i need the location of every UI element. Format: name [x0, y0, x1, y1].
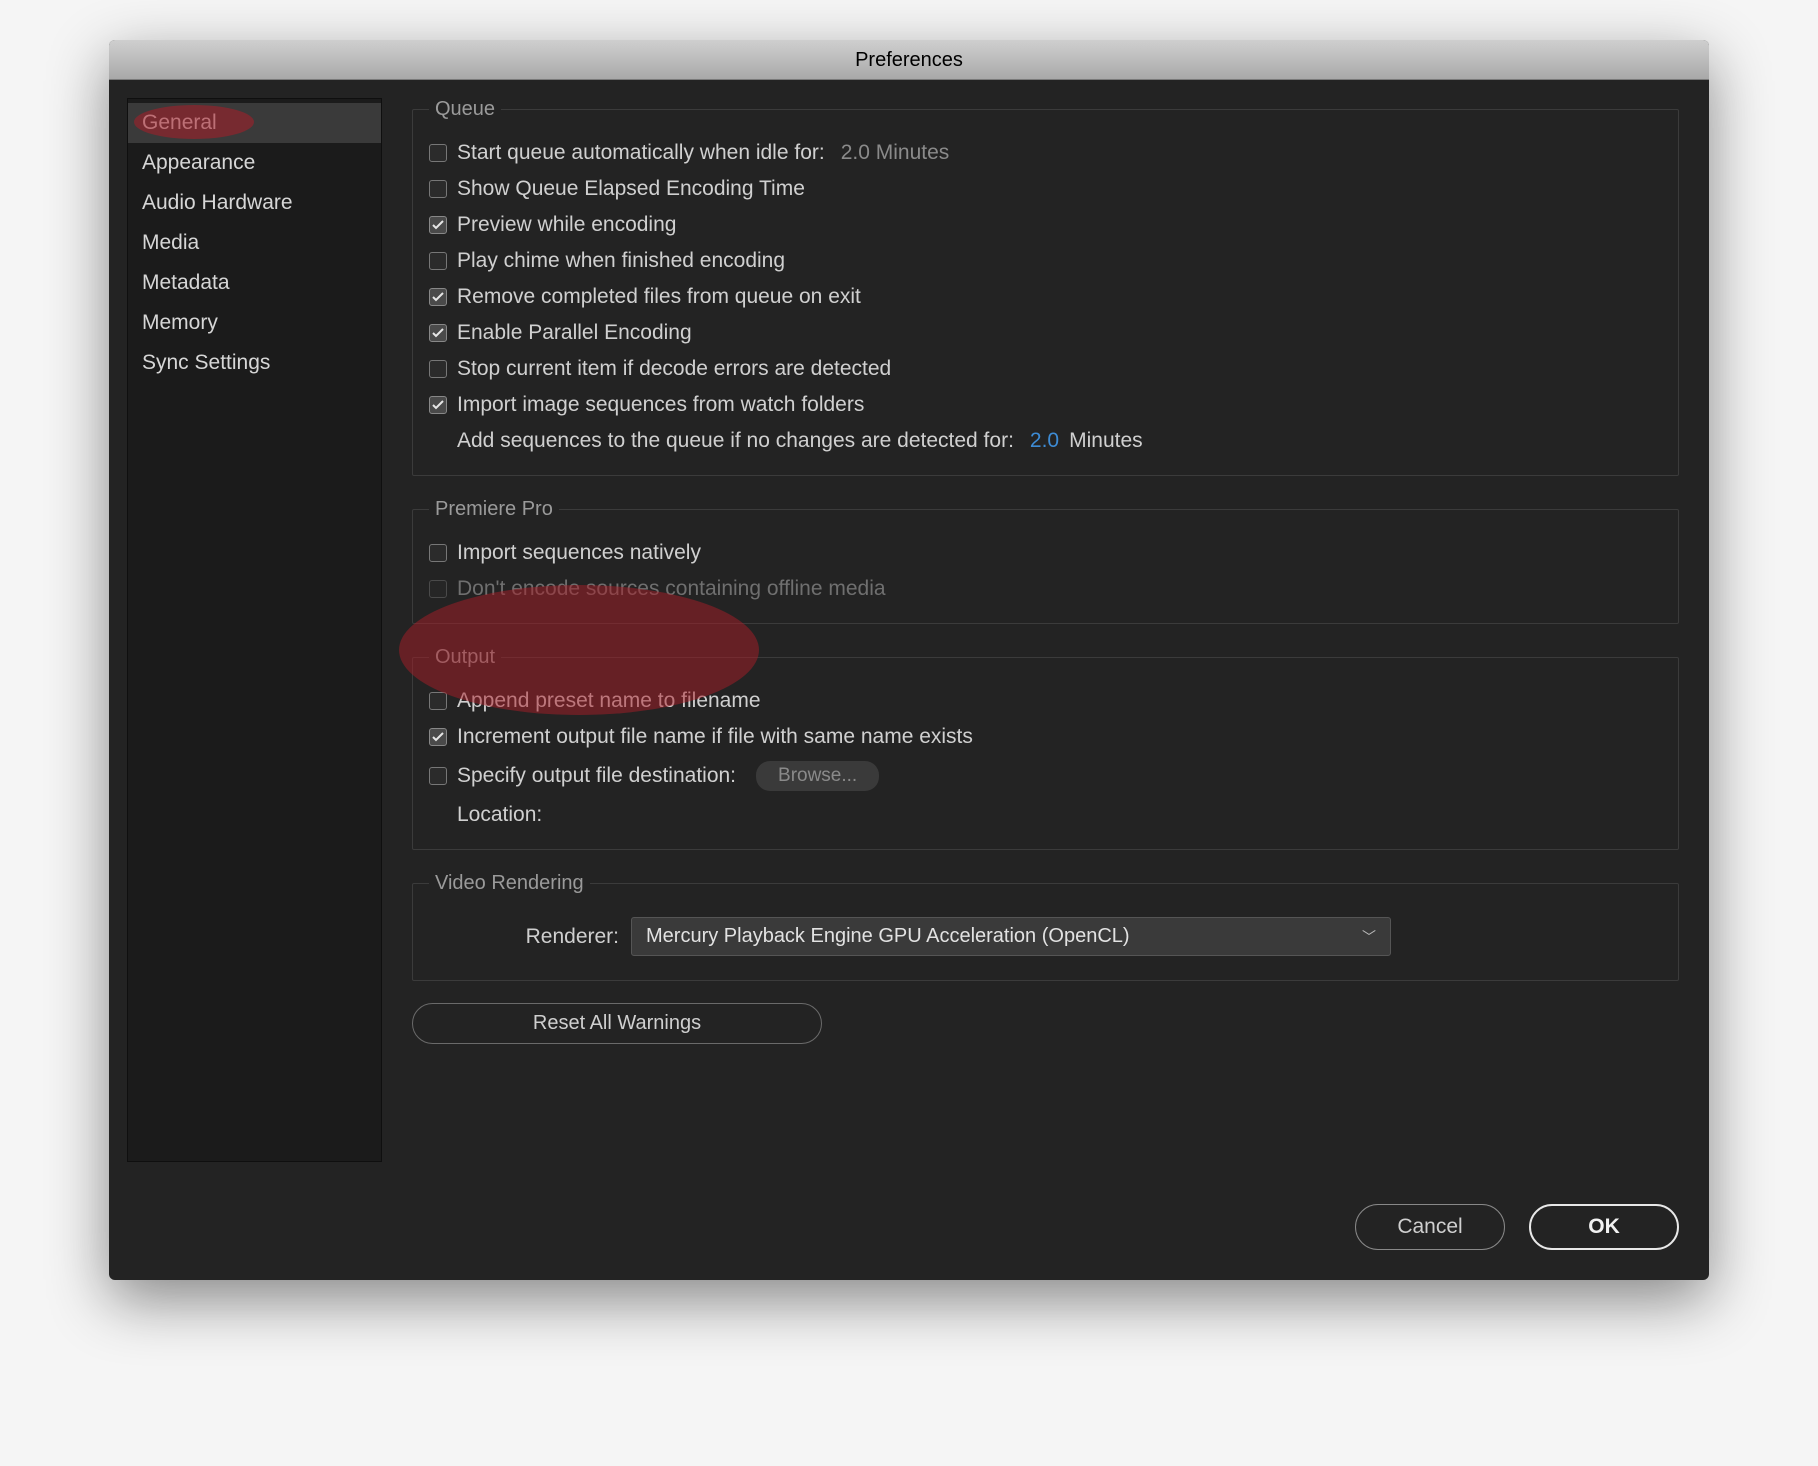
checkbox-append[interactable]	[429, 692, 447, 710]
checkbox-increment[interactable]	[429, 728, 447, 746]
reset-warnings-button[interactable]: Reset All Warnings	[412, 1003, 822, 1044]
row-preview: Preview while encoding	[429, 207, 1662, 243]
value-add-seq[interactable]: 2.0	[1030, 429, 1059, 453]
sidebar: General Appearance Audio Hardware Media …	[127, 98, 382, 1162]
sidebar-item-label: General	[142, 111, 217, 134]
label: Stop current item if decode errors are d…	[457, 357, 891, 381]
group-output: Output Append preset name to filename In…	[412, 646, 1679, 850]
label: Increment output file name if file with …	[457, 725, 973, 749]
sidebar-item-label: Metadata	[142, 271, 230, 294]
sidebar-item-metadata[interactable]: Metadata	[128, 263, 381, 303]
sidebar-item-label: Appearance	[142, 151, 255, 174]
checkbox-show-elapsed[interactable]	[429, 180, 447, 198]
label: Start queue automatically when idle for:	[457, 141, 825, 165]
main-panel: Queue Start queue automatically when idl…	[382, 80, 1709, 1180]
ok-button[interactable]: OK	[1529, 1204, 1679, 1250]
window-title: Preferences	[109, 40, 1709, 80]
label: Enable Parallel Encoding	[457, 321, 692, 345]
sidebar-item-label: Memory	[142, 311, 218, 334]
checkbox-start-auto[interactable]	[429, 144, 447, 162]
group-legend: Output	[429, 646, 501, 669]
cancel-button[interactable]: Cancel	[1355, 1204, 1505, 1250]
group-queue: Queue Start queue automatically when idl…	[412, 98, 1679, 476]
footer: Cancel OK	[109, 1180, 1709, 1280]
preferences-window: Preferences General Appearance Audio Har…	[109, 40, 1709, 1280]
checkbox-specify[interactable]	[429, 767, 447, 785]
sidebar-item-label: Audio Hardware	[142, 191, 293, 214]
checkbox-preview[interactable]	[429, 216, 447, 234]
row-show-elapsed: Show Queue Elapsed Encoding Time	[429, 171, 1662, 207]
label: Remove completed files from queue on exi…	[457, 285, 861, 309]
label: Preview while encoding	[457, 213, 676, 237]
sidebar-item-appearance[interactable]: Appearance	[128, 143, 381, 183]
checkbox-stop-decode[interactable]	[429, 360, 447, 378]
renderer-label: Renderer:	[429, 925, 619, 949]
label: Play chime when finished encoding	[457, 249, 785, 273]
group-video-rendering: Video Rendering Renderer: Mercury Playba…	[412, 872, 1679, 981]
renderer-value: Mercury Playback Engine GPU Acceleration…	[646, 925, 1130, 948]
row-renderer: Renderer: Mercury Playback Engine GPU Ac…	[429, 909, 1662, 964]
browse-button[interactable]: Browse...	[756, 761, 879, 791]
label: Location:	[457, 803, 542, 827]
row-import-seq: Import image sequences from watch folder…	[429, 387, 1662, 423]
group-premiere: Premiere Pro Import sequences natively D…	[412, 498, 1679, 624]
checkbox-import-native[interactable]	[429, 544, 447, 562]
label: Add sequences to the queue if no changes…	[457, 429, 1014, 453]
group-legend: Queue	[429, 98, 501, 121]
row-increment: Increment output file name if file with …	[429, 719, 1662, 755]
label: Don't encode sources containing offline …	[457, 577, 886, 601]
checkbox-remove-completed[interactable]	[429, 288, 447, 306]
label: Show Queue Elapsed Encoding Time	[457, 177, 805, 201]
group-legend: Video Rendering	[429, 872, 590, 895]
label: Specify output file destination:	[457, 764, 736, 788]
sidebar-item-label: Sync Settings	[142, 351, 270, 374]
group-legend: Premiere Pro	[429, 498, 559, 521]
row-start-auto: Start queue automatically when idle for:…	[429, 135, 1662, 171]
row-dont-encode: Don't encode sources containing offline …	[429, 571, 1662, 607]
value-start-auto: 2.0 Minutes	[841, 141, 950, 165]
checkbox-dont-encode	[429, 580, 447, 598]
chevron-down-icon: ﹀	[1362, 927, 1376, 947]
checkbox-import-seq[interactable]	[429, 396, 447, 414]
unit-add-seq: Minutes	[1069, 429, 1143, 453]
row-chime: Play chime when finished encoding	[429, 243, 1662, 279]
window-body: General Appearance Audio Hardware Media …	[109, 80, 1709, 1180]
label: Import image sequences from watch folder…	[457, 393, 864, 417]
checkbox-parallel[interactable]	[429, 324, 447, 342]
sidebar-item-label: Media	[142, 231, 199, 254]
label: Append preset name to filename	[457, 689, 761, 713]
sidebar-item-general[interactable]: General	[128, 103, 381, 143]
renderer-select[interactable]: Mercury Playback Engine GPU Acceleration…	[631, 917, 1391, 956]
row-remove-completed: Remove completed files from queue on exi…	[429, 279, 1662, 315]
checkbox-chime[interactable]	[429, 252, 447, 270]
row-specify: Specify output file destination: Browse.…	[429, 755, 1662, 797]
row-import-native: Import sequences natively	[429, 535, 1662, 571]
row-append: Append preset name to filename	[429, 683, 1662, 719]
sidebar-item-media[interactable]: Media	[128, 223, 381, 263]
sidebar-item-memory[interactable]: Memory	[128, 303, 381, 343]
sidebar-item-sync-settings[interactable]: Sync Settings	[128, 343, 381, 383]
row-stop-decode: Stop current item if decode errors are d…	[429, 351, 1662, 387]
row-add-seq: Add sequences to the queue if no changes…	[457, 423, 1662, 459]
row-parallel: Enable Parallel Encoding	[429, 315, 1662, 351]
row-location: Location:	[457, 797, 1662, 833]
label: Import sequences natively	[457, 541, 701, 565]
sidebar-item-audio-hardware[interactable]: Audio Hardware	[128, 183, 381, 223]
